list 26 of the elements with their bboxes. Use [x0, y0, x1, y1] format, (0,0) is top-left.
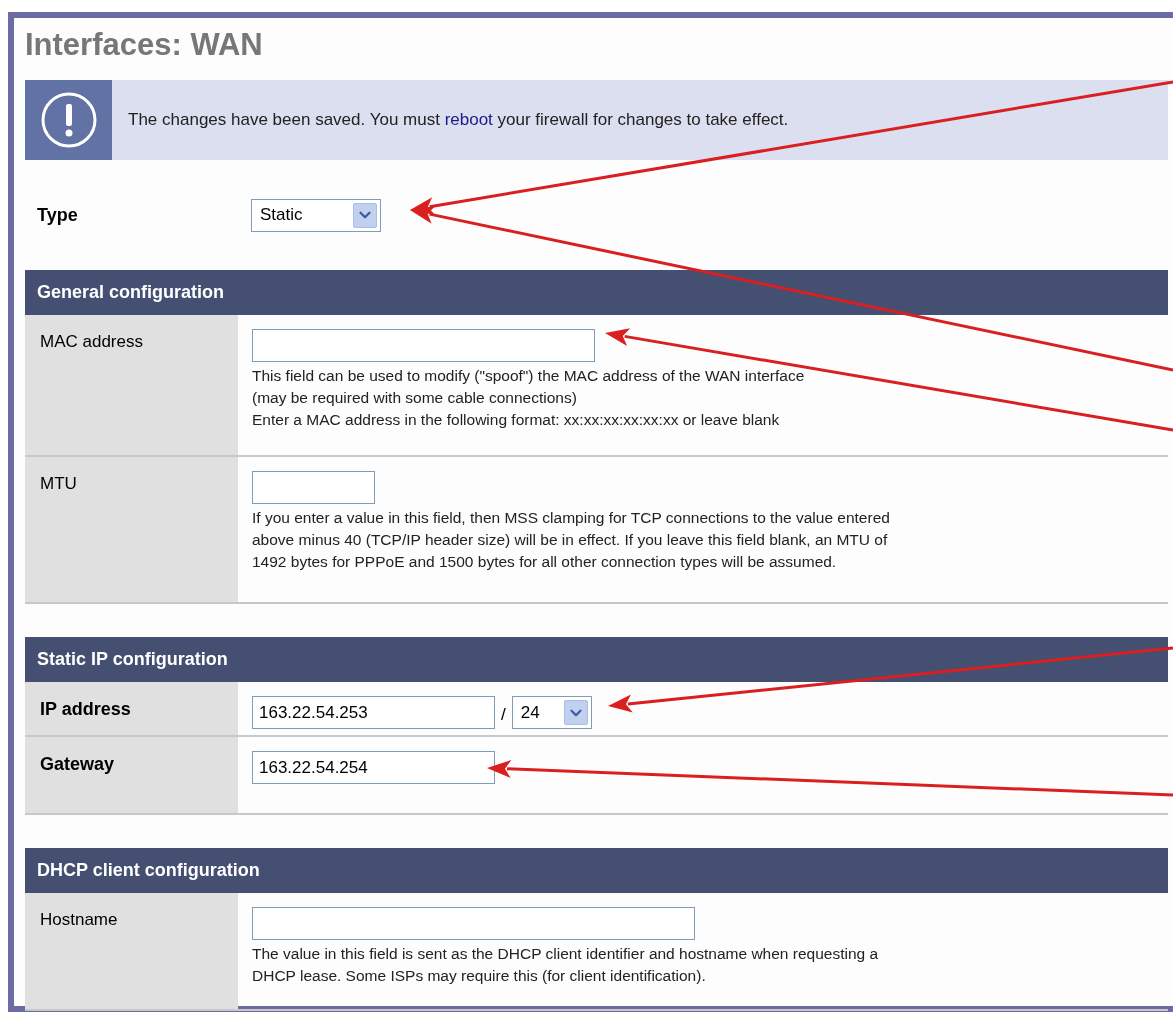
- help-text: This field can be used to modify ("spoof") the MAC address of the WAN interface (may be required with some cable connections) Enter a MAC address in the following format: xx:xx:xx:xx:xx:xx or leave blank: [252, 366, 805, 430]
- help-text: If you enter a value in this field, then MSS clamping for TCP connections to the value entered above minus 40 (TCP/IP header size) will be in effect. If you leave this field blank, an MTU of 1492 bytes for PPPoE and 1500 bytes for all other connection types will be assumed.: [252, 508, 890, 572]
- reboot-link[interactable]: reboot: [444, 110, 493, 130]
- row-label: MAC address: [40, 332, 143, 351]
- type-select[interactable]: Static: [251, 198, 381, 232]
- input-field[interactable]: [252, 471, 375, 504]
- section-header: Static IP configuration: [25, 637, 1168, 682]
- row-label: Hostname: [40, 910, 118, 929]
- row-label: MTU: [40, 474, 77, 493]
- exclamation-icon: [39, 91, 98, 149]
- page-title: Interfaces: WAN: [25, 26, 264, 64]
- chevron-icon: [563, 700, 588, 725]
- help-text: The value in this field is sent as the DHCP client identifier and hostname when requesting a DHCP lease. Some ISPs may require this (for client identification).: [252, 944, 879, 986]
- section-header: General configuration: [25, 270, 1168, 315]
- input-field[interactable]: 163.22.54.253: [252, 696, 495, 729]
- row-label: Gateway: [40, 754, 115, 774]
- prefix-select[interactable]: 24: [511, 696, 592, 729]
- input-field[interactable]: [252, 907, 695, 940]
- row-label: IP address: [40, 699, 131, 719]
- type-label: Type: [36, 203, 79, 227]
- input-field[interactable]: [252, 329, 595, 362]
- section-header: DHCP client configuration: [25, 848, 1168, 893]
- chevron-icon: [353, 202, 377, 228]
- input-field[interactable]: 163.22.54.254: [252, 751, 495, 784]
- notice-message: The changes have been saved. You must reboot your firewall for changes to take effect.: [127, 109, 789, 132]
- slash-separator: /: [501, 704, 506, 726]
